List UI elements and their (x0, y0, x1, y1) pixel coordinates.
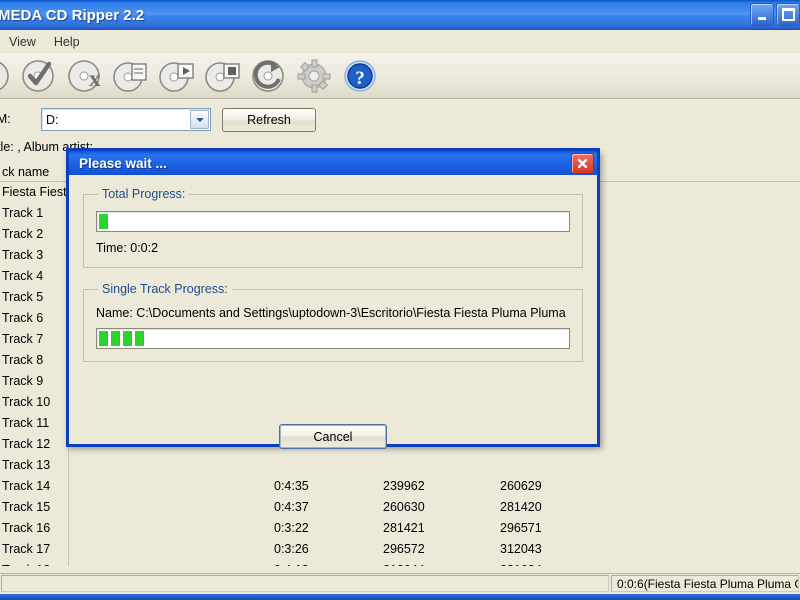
application-window: MEDA CD Ripper 2.2 View Help x ? M: D: R… (0, 0, 800, 600)
progress-segment (99, 331, 108, 346)
cell-start: 260630 (383, 500, 425, 514)
statusbar: 0:0:6(Fiesta Fiesta Pluma Pluma G (0, 573, 800, 594)
cell-track-name: Track 11 (2, 416, 50, 430)
close-icon (577, 158, 588, 169)
window-titlebar: MEDA CD Ripper 2.2 (0, 0, 800, 30)
progress-segment (123, 331, 132, 346)
cell-track-name: Track 2 (2, 227, 44, 241)
help-question-icon[interactable]: ? (338, 55, 384, 97)
single-track-progress-bar (96, 328, 570, 349)
cell-track-name: Track 9 (2, 374, 44, 388)
window-title: MEDA CD Ripper 2.2 (0, 6, 145, 24)
dialog-body: Total Progress: Time: 0:0:2 Single Track… (69, 175, 597, 468)
cell-duration: 0:4:35 (274, 479, 309, 493)
total-progress-bar (96, 211, 570, 232)
minimize-button[interactable] (750, 3, 774, 26)
output-file-name-label: Name: C:\Documents and Settings\uptodown… (96, 306, 566, 320)
cell-track-name: Track 3 (2, 248, 44, 262)
elapsed-time-label: Time: 0:0:2 (96, 241, 159, 255)
maximize-button[interactable] (776, 3, 800, 26)
cell-track-name: Track 8 (2, 353, 44, 367)
table-row[interactable]: Track 14 0:4:35 239962 260629 (0, 476, 800, 497)
dialog-titlebar: Please wait ... (66, 148, 600, 175)
cell-track-name: Track 1 (2, 206, 44, 220)
minimize-icon (758, 16, 766, 20)
status-pane-right: 0:0:6(Fiesta Fiesta Pluma Pluma G (611, 575, 799, 592)
dialog-title: Please wait ... (79, 155, 167, 171)
cell-duration: 0:4:13 (274, 563, 309, 566)
drive-combobox[interactable]: D: (41, 108, 211, 131)
single-track-progress-legend: Single Track Progress: (102, 282, 228, 296)
close-button[interactable] (571, 153, 594, 174)
drive-selected-value: D: (46, 112, 59, 127)
disc-play-icon[interactable] (154, 55, 200, 97)
disc-check-icon[interactable] (16, 55, 62, 97)
progress-segment (135, 331, 144, 346)
cell-track-name: Track 7 (2, 332, 44, 346)
cell-track-name: Track 14 (2, 479, 51, 493)
cell-start: 296572 (383, 542, 425, 556)
cell-end: 312043 (500, 542, 542, 556)
cell-end: 331024 (500, 563, 542, 566)
table-row[interactable]: Track 18 0:4:13 312044 331024 (0, 560, 800, 566)
cell-track-name: Track 16 (2, 521, 51, 535)
cell-track-name: Track 6 (2, 311, 44, 325)
toolbar: x ? (0, 53, 800, 99)
chevron-down-icon[interactable] (190, 110, 209, 129)
cell-track-name: Track 4 (2, 269, 44, 283)
cell-duration: 0:3:26 (274, 542, 309, 556)
single-track-progress-group: Single Track Progress: Name: C:\Document… (83, 282, 583, 362)
dialog-button-row: Cancel (69, 424, 597, 449)
cell-duration: 0:3:22 (274, 521, 309, 535)
column-header-name[interactable]: ck name (2, 165, 49, 179)
please-wait-dialog: Please wait ... Total Progress: Time: 0:… (66, 148, 600, 449)
disc-refresh-icon[interactable] (246, 55, 292, 97)
cell-track-name: Track 13 (2, 458, 51, 472)
total-progress-legend: Total Progress: (102, 187, 186, 201)
cell-start: 239962 (383, 479, 425, 493)
progress-segment (111, 331, 120, 346)
cell-start: 281421 (383, 521, 425, 535)
cell-track-name: Track 10 (2, 395, 51, 409)
cell-end: 296571 (500, 521, 542, 535)
disc-partial-icon[interactable] (0, 55, 16, 97)
table-row[interactable]: Track 17 0:3:26 296572 312043 (0, 539, 800, 560)
cancel-button[interactable]: Cancel (279, 424, 387, 449)
table-row[interactable]: Track 16 0:3:22 281421 296571 (0, 518, 800, 539)
taskbar-strip (0, 594, 800, 600)
cell-start: 312044 (383, 563, 425, 566)
cell-end: 260629 (500, 479, 542, 493)
maximize-icon (781, 8, 795, 21)
cell-track-name: Track 15 (2, 500, 51, 514)
progress-segment (99, 214, 108, 229)
svg-text:x: x (89, 66, 101, 91)
disc-x-icon[interactable]: x (62, 55, 108, 97)
cell-track-name: Track 12 (2, 437, 51, 451)
drive-label: ROM: (0, 112, 11, 126)
total-progress-group: Total Progress: Time: 0:0:2 (83, 187, 583, 268)
menu-item-help[interactable]: Help (45, 33, 89, 51)
cell-track-name: Fiesta Fiesta (2, 185, 74, 199)
disc-stop-icon[interactable] (200, 55, 246, 97)
refresh-button[interactable]: Refresh (222, 108, 316, 132)
window-controls (750, 3, 800, 26)
table-row[interactable]: Track 15 0:4:37 260630 281420 (0, 497, 800, 518)
cell-track-name: Track 17 (2, 542, 51, 556)
menu-item-view[interactable]: View (0, 33, 45, 51)
svg-text:?: ? (355, 68, 365, 89)
disc-info-icon[interactable] (108, 55, 154, 97)
drive-selector-row: ROM: D: Refresh (0, 106, 800, 136)
cell-end: 281420 (500, 500, 542, 514)
status-right-text: 0:0:6(Fiesta Fiesta Pluma Pluma G (617, 576, 798, 591)
menubar: View Help (0, 30, 800, 54)
cell-track-name: Track 18 (2, 563, 50, 566)
status-pane-left (1, 575, 609, 592)
cell-duration: 0:4:37 (274, 500, 309, 514)
gear-icon[interactable] (292, 55, 338, 97)
cell-track-name: Track 5 (2, 290, 44, 304)
